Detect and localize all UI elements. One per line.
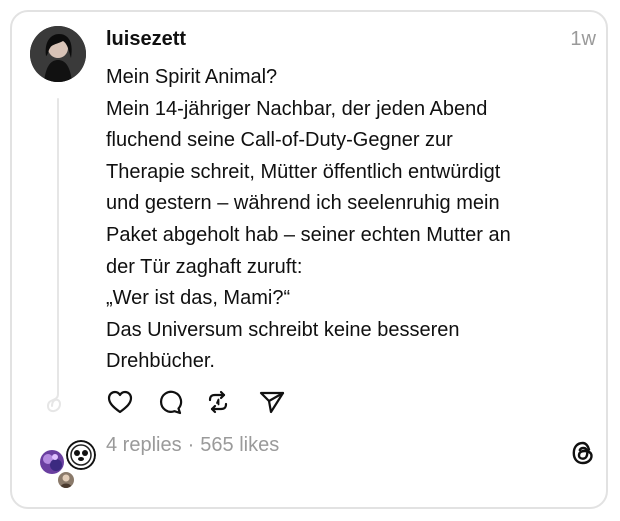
timestamp: 1w <box>570 28 596 50</box>
thread-line <box>57 98 59 390</box>
username[interactable]: luisezett <box>106 28 186 51</box>
avatar[interactable] <box>30 26 86 82</box>
likes-count[interactable]: 565 likes <box>200 434 279 456</box>
replies-count[interactable]: 4 replies <box>106 434 182 456</box>
avatar-image <box>30 26 86 82</box>
reply-avatar-image <box>58 472 74 488</box>
post-line: der Tür zaghaft zuruft: <box>106 255 303 278</box>
post-line: fluchend seine Call-of-Duty-Gegner zur <box>106 129 453 152</box>
post-line: und gestern – während ich seelenruhig me… <box>106 192 500 215</box>
post-text: Mein Spirit Animal? Mein 14-jähriger Nac… <box>106 62 586 378</box>
post-line: Paket abgeholt hab – seiner echten Mutte… <box>106 223 511 246</box>
reply-avatars[interactable] <box>26 426 98 490</box>
reply-avatar-image <box>66 440 96 470</box>
reply-button[interactable] <box>156 388 184 416</box>
post-line: Mein 14-jähriger Nachbar, der jeden Aben… <box>106 97 488 120</box>
post-line: Therapie schreit, Mütter öffentlich entw… <box>106 160 501 183</box>
post-line: Das Universum schreibt keine besseren <box>106 318 460 341</box>
stats-separator: · <box>187 434 195 456</box>
repost-button[interactable] <box>204 388 232 416</box>
heart-icon <box>107 390 133 414</box>
share-button[interactable] <box>258 388 286 416</box>
comment-icon <box>160 390 183 415</box>
post-stats: 4 replies · 565 likes <box>106 434 279 457</box>
reply-avatar <box>64 438 98 472</box>
post-line: Mein Spirit Animal? <box>106 66 278 88</box>
thread-loop-icon <box>46 384 62 412</box>
send-icon <box>259 391 285 414</box>
reply-avatar <box>56 470 76 490</box>
threads-logo-icon[interactable] <box>570 440 596 466</box>
post-line: Drehbücher. <box>106 350 215 373</box>
repost-icon <box>208 390 228 414</box>
like-button[interactable] <box>106 388 134 416</box>
post-line: „Wer ist das, Mami?“ <box>106 287 291 310</box>
